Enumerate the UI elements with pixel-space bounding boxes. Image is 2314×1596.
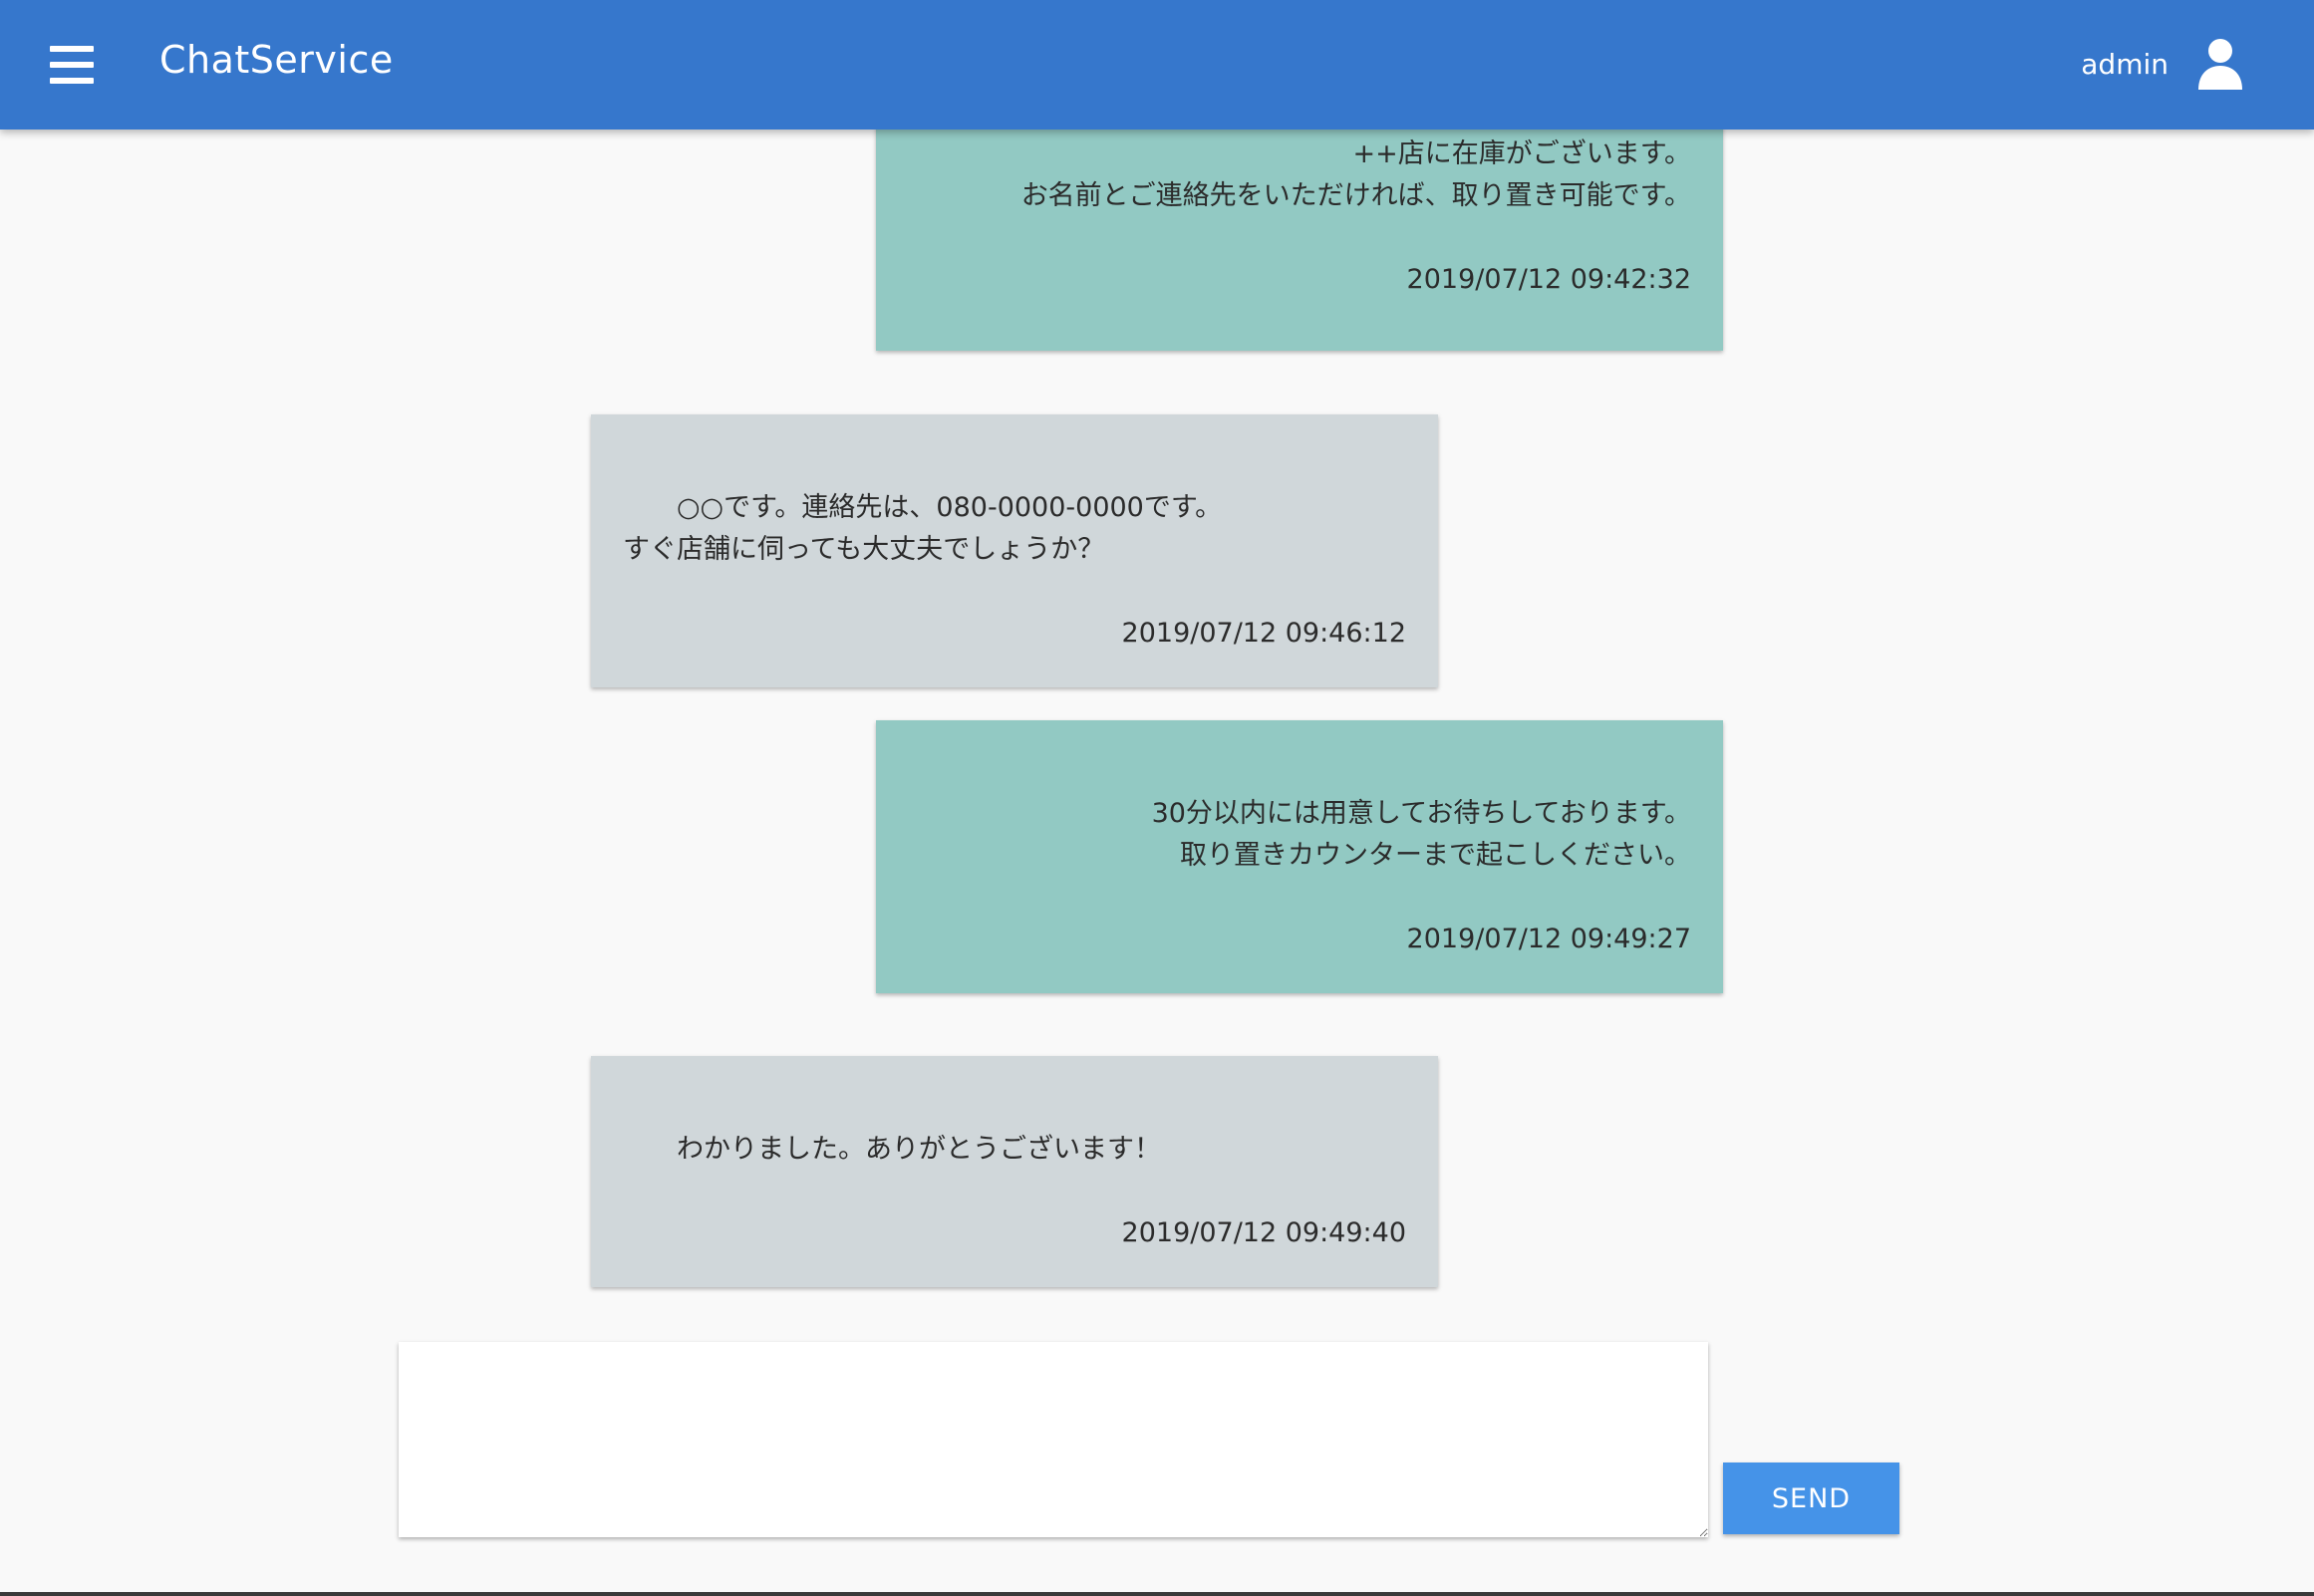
message-text: わかりました。ありがとうございます！ [623,1134,1161,1165]
message-timestamp: 2019/07/12 09:49:40 [1121,1217,1406,1248]
message-timestamp: 2019/07/12 09:46:12 [1121,618,1406,649]
message-text: 30分以内には用意してお待ちしております。 取り置きカウンターまで起こしください… [1151,798,1691,871]
app-title: ChatService [159,38,394,82]
hamburger-menu-icon[interactable] [44,40,100,90]
message-text: ○○です。連絡先は、080-0000-0000です。 すぐ店舗に伺っても大丈夫で… [623,492,1223,565]
message-bubble-sent: 30分以内には用意してお待ちしております。 取り置きカウンターまで起こしください… [876,720,1723,993]
message-bubble-received: わかりました。ありがとうございます！ 2019/07/12 09:49:40 [591,1056,1438,1287]
app-header: ChatService admin [0,0,2314,130]
user-name: admin [2081,48,2169,81]
send-button[interactable]: SEND [1723,1463,1899,1534]
user-icon[interactable] [2196,38,2244,90]
message-input[interactable] [399,1342,1708,1537]
message-timestamp: 2019/07/12 09:49:27 [1406,924,1691,954]
chat-page: お問い合わせありがとうございます。 ++店に在庫がございます。 お名前とご連絡先… [0,0,2314,1596]
window-bottom-border [0,1592,2314,1596]
message-bubble-received: ○○です。連絡先は、080-0000-0000です。 すぐ店舗に伺っても大丈夫で… [591,414,1438,687]
message-timestamp: 2019/07/12 09:42:32 [1406,264,1691,295]
